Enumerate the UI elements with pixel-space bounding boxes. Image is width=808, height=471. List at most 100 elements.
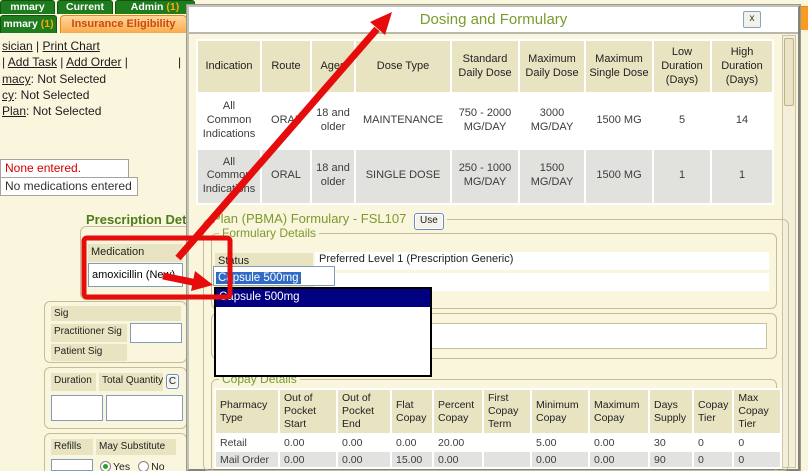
table-cell: 0.00 bbox=[338, 452, 390, 467]
pharmacy-status: : Not Selected bbox=[31, 72, 106, 86]
formulary-details-legend: Formulary Details bbox=[219, 226, 319, 240]
tab-summary[interactable]: mmary (1) bbox=[0, 15, 57, 33]
column-header: Days Supply bbox=[650, 390, 692, 433]
window-title: Dosing and Formulary bbox=[189, 7, 798, 33]
table-cell: 0.00 bbox=[532, 452, 588, 467]
app-screen: mmary Current Admin (1) mmary (1) Insura… bbox=[0, 0, 808, 471]
table-cell: ORAL bbox=[262, 94, 310, 147]
column-header: High Duration (Days) bbox=[712, 41, 772, 92]
tab-badge: (1) bbox=[166, 1, 179, 13]
table-row: All Common IndicationsORAL18 and olderSI… bbox=[198, 150, 772, 203]
duration-input[interactable] bbox=[51, 395, 103, 421]
pharmacy-link[interactable]: macy bbox=[2, 72, 31, 86]
print-chart-link[interactable]: Print Chart bbox=[43, 39, 100, 53]
allergy-link[interactable]: cy bbox=[2, 88, 14, 102]
table-row: Mail Order0.000.0015.000.000.000.009000 bbox=[216, 452, 780, 467]
link-row-2: | Add Task | Add Order | bbox=[2, 55, 128, 69]
copay-table: Pharmacy TypeOut of Pocket StartOut of P… bbox=[214, 388, 782, 469]
prescription-detail-title: Prescription Detail bbox=[86, 212, 201, 227]
background-tab-strip bbox=[800, 6, 808, 30]
column-header: Standard Daily Dose bbox=[452, 41, 518, 92]
column-header: Max Copay Tier bbox=[734, 390, 780, 433]
may-substitute-label: May Substitute bbox=[96, 439, 176, 455]
strength-dropdown-list[interactable]: Capsule 500mg bbox=[214, 287, 432, 377]
column-header: Minimum Copay bbox=[532, 390, 588, 433]
add-order-link[interactable]: Add Order bbox=[66, 55, 121, 69]
separator: | bbox=[2, 55, 5, 69]
total-quantity-label: Total Quantity bbox=[99, 373, 163, 391]
table-cell: 1500 MG bbox=[586, 150, 652, 203]
table-cell: 750 - 2000 MG/DAY bbox=[452, 94, 518, 147]
column-header: First Copay Term bbox=[484, 390, 530, 433]
separator: | bbox=[178, 55, 181, 69]
quantity-calc-button[interactable]: C bbox=[166, 374, 179, 389]
allergy-status: : Not Selected bbox=[14, 88, 89, 102]
add-task-link[interactable]: Add Task bbox=[8, 55, 57, 69]
table-cell: 20.00 bbox=[434, 435, 482, 450]
tab-insurance-eligibility[interactable]: Insurance Eligibility bbox=[60, 15, 187, 33]
use-button[interactable]: Use bbox=[414, 213, 444, 230]
column-header: Route bbox=[262, 41, 310, 92]
radio-no[interactable] bbox=[138, 461, 149, 471]
tab-summary-top[interactable]: mmary bbox=[0, 0, 55, 14]
refills-label: Refills bbox=[51, 439, 93, 455]
tab-label: Current bbox=[66, 1, 104, 13]
patient-sig-label: Patient Sig bbox=[51, 344, 127, 361]
dosing-formulary-window: Dosing and Formulary x IndicationRouteAg… bbox=[187, 5, 800, 471]
table-cell: 0 bbox=[694, 452, 732, 467]
refills-input[interactable] bbox=[51, 459, 93, 471]
plan-status: : Not Selected bbox=[26, 104, 101, 118]
practitioner-sig-label: Practitioner Sig bbox=[51, 324, 127, 342]
table-cell: 0.00 bbox=[590, 435, 648, 450]
total-quantity-input[interactable] bbox=[106, 395, 183, 421]
table-cell: 0 bbox=[694, 435, 732, 450]
pharmacy-selection-row: macy: Not Selected bbox=[2, 72, 106, 86]
column-header: Maximum Single Dose bbox=[586, 41, 652, 92]
radio-yes[interactable] bbox=[100, 461, 111, 471]
column-header: Indication bbox=[198, 41, 260, 92]
tab-badge: (1) bbox=[41, 18, 54, 30]
status-value: Preferred Level 1 (Prescription Generic) bbox=[315, 252, 769, 270]
table-cell: 5.00 bbox=[532, 435, 588, 450]
tab-label: mmary bbox=[10, 1, 44, 13]
table-cell: 0.00 bbox=[434, 452, 482, 467]
scrollbar-thumb[interactable] bbox=[784, 38, 794, 106]
tab-label: mmary bbox=[3, 18, 37, 30]
practitioner-sig-input[interactable] bbox=[130, 323, 182, 343]
tab-current[interactable]: Current bbox=[57, 0, 113, 14]
table-cell: SINGLE DOSE bbox=[356, 150, 450, 203]
table-cell: 0 bbox=[734, 452, 780, 467]
close-icon[interactable]: x bbox=[743, 11, 761, 28]
column-header: Out of Pocket Start bbox=[280, 390, 336, 433]
table-cell: 0.00 bbox=[280, 452, 336, 467]
radio-no-label: No bbox=[151, 461, 164, 471]
table-cell: MAINTENANCE bbox=[356, 94, 450, 147]
table-cell: Retail bbox=[216, 435, 278, 450]
medication-input[interactable] bbox=[88, 263, 183, 287]
column-header: Dose Type bbox=[356, 41, 450, 92]
table-cell: Mail Order bbox=[216, 452, 278, 467]
dropdown-option[interactable]: Capsule 500mg bbox=[216, 289, 430, 307]
table-cell: 90 bbox=[650, 452, 692, 467]
no-medications-message: No medications entered bbox=[0, 177, 138, 196]
column-header: Percent Copay bbox=[434, 390, 482, 433]
table-cell bbox=[484, 435, 530, 450]
table-cell: ORAL bbox=[262, 150, 310, 203]
strength-combobox[interactable]: Capsule 500mg bbox=[213, 266, 335, 286]
table-cell bbox=[484, 452, 530, 467]
tab-admin[interactable]: Admin (1) bbox=[115, 0, 195, 14]
table-cell: 1 bbox=[712, 150, 772, 203]
column-header: Out of Pocket End bbox=[338, 390, 390, 433]
column-header: Maximum Daily Dose bbox=[520, 41, 584, 92]
column-header: Low Duration (Days) bbox=[654, 41, 710, 92]
combobox-selected-text: Capsule 500mg bbox=[216, 272, 301, 284]
physician-link[interactable]: sician bbox=[2, 39, 33, 53]
medication-label: Medication bbox=[88, 244, 183, 262]
table-row: All Common IndicationsORAL18 and olderMA… bbox=[198, 94, 772, 147]
table-cell: 0.00 bbox=[280, 435, 336, 450]
window-titlebar: Dosing and Formulary x bbox=[189, 7, 798, 34]
table-row: Retail0.000.000.0020.005.000.003000 bbox=[216, 435, 780, 450]
table-cell: 15.00 bbox=[392, 452, 432, 467]
plan-link[interactable]: Plan bbox=[2, 104, 26, 118]
table-cell: All Common Indications bbox=[198, 150, 260, 203]
